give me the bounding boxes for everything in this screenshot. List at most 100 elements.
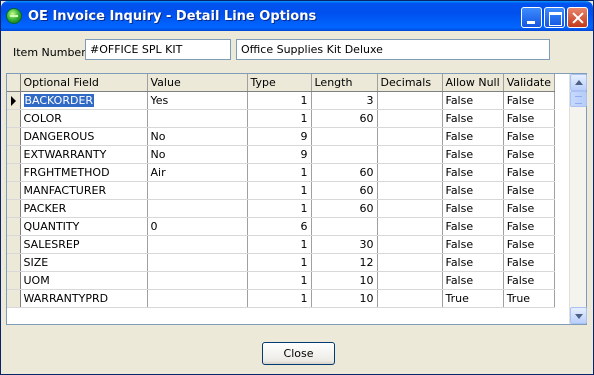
table-row[interactable]: SALESREP 1 30 False False [7, 235, 556, 254]
cell-validate[interactable]: True [503, 289, 556, 308]
cell-validate[interactable]: False [503, 145, 556, 164]
cell-decimals[interactable] [377, 181, 443, 200]
cell-length[interactable] [311, 145, 378, 164]
cell-decimals[interactable] [377, 235, 443, 254]
cell-allow-null[interactable]: True [442, 289, 504, 308]
column-header-allow-null[interactable]: Allow Null [442, 74, 504, 92]
cell-value[interactable]: 0 [147, 217, 248, 236]
cell-value[interactable] [147, 253, 248, 272]
item-description-field[interactable]: Office Supplies Kit Deluxe [236, 39, 550, 60]
table-row[interactable]: PACKER 1 60 False False [7, 199, 556, 218]
row-selector[interactable] [7, 199, 21, 218]
row-selector[interactable] [7, 235, 21, 254]
cell-type[interactable]: 1 [247, 181, 312, 200]
cell-validate[interactable]: False [503, 271, 556, 290]
row-selector[interactable] [7, 145, 21, 164]
scroll-thumb[interactable] [570, 91, 587, 107]
cell-optional-field[interactable]: DANGEROUS [20, 127, 148, 146]
cell-value[interactable]: Air [147, 163, 248, 182]
table-row[interactable]: DANGEROUS No 9 False False [7, 127, 556, 146]
column-header-length[interactable]: Length [311, 74, 378, 92]
cell-decimals[interactable] [377, 289, 443, 308]
cell-decimals[interactable] [377, 163, 443, 182]
cell-length[interactable]: 60 [311, 199, 378, 218]
table-row[interactable]: FRGHTMETHOD Air 1 60 False False [7, 163, 556, 182]
cell-value[interactable] [147, 181, 248, 200]
cell-allow-null[interactable]: False [442, 199, 504, 218]
column-header-value[interactable]: Value [147, 74, 248, 92]
cell-allow-null[interactable]: False [442, 127, 504, 146]
cell-value[interactable]: Yes [147, 91, 248, 110]
cell-optional-field[interactable]: BACKORDER [20, 91, 148, 110]
cell-decimals[interactable] [377, 271, 443, 290]
cell-value[interactable] [147, 235, 248, 254]
cell-decimals[interactable] [377, 199, 443, 218]
cell-optional-field[interactable]: MANFACTURER [20, 181, 148, 200]
table-row[interactable]: COLOR 1 60 False False [7, 109, 556, 128]
table-row[interactable]: SIZE 1 12 False False [7, 253, 556, 272]
optional-fields-grid[interactable]: Optional Field Value Type Length Decimals All… [6, 73, 587, 325]
cell-optional-field[interactable]: SALESREP [20, 235, 148, 254]
cell-length[interactable] [311, 217, 378, 236]
cell-type[interactable]: 1 [247, 271, 312, 290]
close-window-button[interactable] [567, 7, 588, 28]
row-selector[interactable] [7, 271, 21, 290]
cell-type[interactable]: 1 [247, 91, 312, 110]
cell-validate[interactable]: False [503, 253, 556, 272]
row-selector[interactable] [7, 127, 21, 146]
cell-allow-null[interactable]: False [442, 271, 504, 290]
cell-decimals[interactable] [377, 253, 443, 272]
cell-length[interactable]: 3 [311, 91, 378, 110]
row-selector[interactable] [7, 253, 21, 272]
cell-allow-null[interactable]: False [442, 181, 504, 200]
item-number-field[interactable]: #OFFICE SPL KIT [85, 39, 231, 60]
cell-value[interactable]: No [147, 145, 248, 164]
cell-validate[interactable]: False [503, 163, 556, 182]
cell-type[interactable]: 1 [247, 163, 312, 182]
cell-decimals[interactable] [377, 109, 443, 128]
cell-validate[interactable]: False [503, 109, 556, 128]
title-bar[interactable]: OE Invoice Inquiry - Detail Line Options [1, 1, 593, 31]
cell-validate[interactable]: False [503, 127, 556, 146]
scroll-down-icon[interactable] [570, 307, 587, 324]
row-selector[interactable] [7, 91, 21, 110]
row-selector[interactable] [7, 289, 21, 308]
cell-value[interactable] [147, 271, 248, 290]
cell-decimals[interactable] [377, 145, 443, 164]
cell-optional-field[interactable]: WARRANTYPRD [20, 289, 148, 308]
cell-value[interactable] [147, 289, 248, 308]
cell-validate[interactable]: False [503, 217, 556, 236]
table-row[interactable]: EXTWARRANTY No 9 False False [7, 145, 556, 164]
cell-length[interactable]: 30 [311, 235, 378, 254]
maximize-button[interactable] [544, 7, 565, 28]
table-row[interactable]: BACKORDER Yes 1 3 False False [7, 91, 556, 110]
minimize-button[interactable] [521, 7, 542, 28]
cell-type[interactable]: 1 [247, 109, 312, 128]
column-header-optional-field[interactable]: Optional Field [20, 74, 148, 92]
cell-validate[interactable]: False [503, 181, 556, 200]
cell-decimals[interactable] [377, 127, 443, 146]
cell-optional-field[interactable]: EXTWARRANTY [20, 145, 148, 164]
cell-type[interactable]: 1 [247, 199, 312, 218]
cell-length[interactable]: 12 [311, 253, 378, 272]
cell-allow-null[interactable]: False [442, 163, 504, 182]
close-button[interactable]: Close [262, 342, 335, 365]
cell-optional-field[interactable]: COLOR [20, 109, 148, 128]
column-header-decimals[interactable]: Decimals [377, 74, 443, 92]
cell-optional-field[interactable]: QUANTITY [20, 217, 148, 236]
cell-allow-null[interactable]: False [442, 145, 504, 164]
table-row[interactable]: QUANTITY 0 6 False False [7, 217, 556, 236]
cell-decimals[interactable] [377, 91, 443, 110]
vertical-scrollbar[interactable] [569, 74, 587, 324]
cell-type[interactable]: 9 [247, 145, 312, 164]
cell-value[interactable] [147, 199, 248, 218]
cell-value[interactable] [147, 109, 248, 128]
cell-optional-field[interactable]: FRGHTMETHOD [20, 163, 148, 182]
table-row[interactable]: MANFACTURER 1 60 False False [7, 181, 556, 200]
cell-decimals[interactable] [377, 217, 443, 236]
cell-length[interactable] [311, 127, 378, 146]
cell-length[interactable]: 60 [311, 109, 378, 128]
cell-length[interactable]: 60 [311, 181, 378, 200]
cell-allow-null[interactable]: False [442, 235, 504, 254]
cell-type[interactable]: 6 [247, 217, 312, 236]
